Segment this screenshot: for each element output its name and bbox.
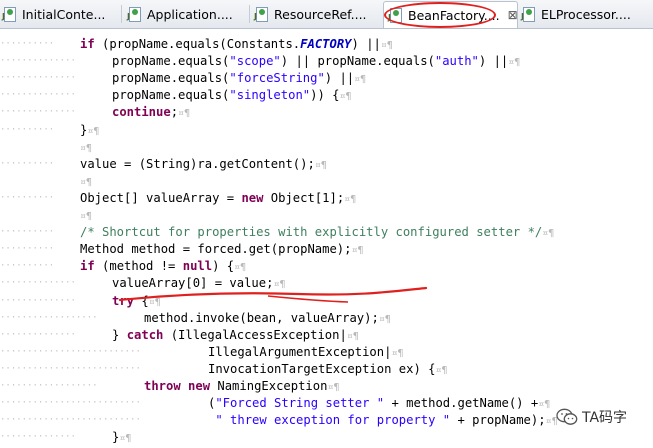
code-line[interactable]: ·········· if (method != null) {¤¶ (0, 258, 246, 275)
code-text: } catch (IllegalAccessException|¤¶ (112, 327, 359, 342)
code-line[interactable]: ·························· " threw excep… (0, 412, 558, 429)
tab-elprocessor[interactable]: J ELProcessor.... (521, 2, 631, 26)
whitespace-marker: ·························· (0, 346, 141, 357)
tab-label: InitialConte... (22, 6, 106, 22)
code-line[interactable]: ·························· ("Forced Strin… (0, 395, 550, 412)
whitespace-marker: ·········· (0, 39, 55, 49)
code-text: Method method = forced.get(propName);¤¶ (80, 242, 364, 257)
code-line[interactable]: ·············· propName.equals("singleton… (0, 87, 352, 104)
whitespace-marker: ·········· (0, 192, 55, 203)
whitespace-marker: ·················· (0, 381, 98, 391)
tab-initialcontext[interactable]: J InitialConte... (2, 2, 105, 26)
code-text: try {¤¶ (112, 293, 161, 308)
whitespace-marker: ·············· (0, 107, 76, 118)
whitespace-marker: ·········· (0, 124, 55, 135)
tab-application[interactable]: J Application.... (127, 2, 233, 26)
code-line[interactable]: ·············· } catch (IllegalAccessExce… (0, 327, 359, 344)
code-text: " threw exception for property " + propN… (215, 413, 558, 428)
code-line[interactable]: ·············· }¤¶ (0, 429, 131, 446)
code-text: continue;¤¶ (112, 105, 191, 120)
code-line[interactable]: ·········· Method method = forced.get(pro… (0, 241, 364, 258)
code-text: if (propName.equals(Constants.FACTORY) |… (80, 37, 393, 51)
code-text: ¤¶ (80, 211, 93, 222)
tab-label: BeanFactory.... (408, 7, 500, 23)
tab-beanfactory[interactable]: J BeanFactory.... ⊠ (383, 1, 518, 28)
tab-label: ELProcessor.... (541, 6, 631, 22)
whitespace-marker: ·············· (0, 56, 76, 67)
code-text: valueArray[0] = value;¤¶ (112, 276, 286, 291)
code-line[interactable]: ·········· if (propName.equals(Constants.… (0, 36, 393, 53)
whitespace-marker: ·························· (0, 415, 141, 426)
code-text: if (method != null) {¤¶ (80, 259, 247, 274)
code-text: }¤¶ (80, 122, 100, 137)
whitespace-marker: ·················· (0, 312, 98, 323)
code-text: Object[] valueArray = new Object[1];¤¶ (80, 190, 357, 205)
code-text: ¤¶ (80, 176, 93, 188)
code-line[interactable]: ·············· propName.equals("scope") |… (0, 53, 520, 70)
tab-label: ResourceRef.... (274, 6, 367, 22)
code-text: /* Shortcut for properties with explicit… (80, 225, 555, 240)
code-line[interactable]: ·········· /* Shortcut for properties wit… (0, 224, 554, 241)
code-line[interactable]: ¤¶ (80, 207, 92, 224)
editor-tab-bar: J InitialConte... J Application.... J Re… (0, 0, 653, 29)
code-line[interactable]: ·················· throw new NamingExcept… (0, 378, 340, 395)
watermark-label: TA码字 (582, 410, 628, 426)
whitespace-marker: ·························· (0, 363, 141, 374)
watermark: TA码字 (556, 407, 627, 427)
code-line[interactable]: ·························· IllegalArgumen… (0, 344, 403, 361)
code-line[interactable]: ·········· Object[] valueArray = new Obje… (0, 190, 356, 207)
whitespace-marker: ·········· (0, 261, 55, 272)
code-line[interactable]: ·············· try {¤¶ (0, 293, 161, 310)
whitespace-marker: ·············· (0, 432, 76, 443)
code-line[interactable]: ·········· }¤¶ (0, 122, 99, 139)
whitespace-marker: ·············· (0, 90, 76, 101)
tab-resourceref[interactable]: J ResourceRef.... (254, 2, 367, 26)
code-line[interactable]: ·············· continue;¤¶ (0, 104, 190, 121)
whitespace-marker: ·············· (0, 295, 76, 306)
tab-label: Application.... (147, 6, 233, 22)
code-text: propName.equals("forceString") ||¤¶ (112, 71, 367, 86)
code-text: ("Forced String setter " + method.getNam… (208, 396, 551, 411)
code-text: }¤¶ (112, 430, 132, 445)
code-text: throw new NamingException¤¶ (144, 379, 340, 393)
whitespace-marker: ·········· (0, 158, 55, 169)
close-icon[interactable]: ⊠ (508, 8, 518, 22)
code-line[interactable]: ·············· propName.equals("forceStri… (0, 70, 366, 87)
code-text: value = (String)ra.getContent();¤¶ (80, 156, 327, 171)
whitespace-marker: ·········· (0, 227, 55, 238)
code-line[interactable]: ·········· value = (String)ra.getContent(… (0, 156, 327, 173)
code-text: propName.equals("singleton")) {¤¶ (112, 88, 352, 103)
whitespace-marker: ·············· (0, 73, 76, 84)
code-text: method.invoke(bean, valueArray);¤¶ (144, 310, 391, 325)
whitespace-marker: ·········· (0, 244, 55, 255)
code-text: IllegalArgumentException|¤¶ (208, 344, 404, 359)
code-text: InvocationTargetException ex) {¤¶ (208, 361, 448, 376)
code-line[interactable]: ·························· InvocationTarg… (0, 361, 448, 378)
java-class-file-icon: J (254, 6, 269, 22)
code-editor[interactable]: ·········· if (propName.equals(Constants.… (0, 29, 653, 448)
whitespace-marker: ·············· (0, 329, 76, 340)
code-line[interactable]: ·············· valueArray[0] = value;¤¶ (0, 275, 285, 292)
code-text: propName.equals("scope") || propName.equ… (112, 54, 521, 69)
wechat-icon (556, 408, 578, 425)
java-class-file-icon: J (388, 7, 403, 23)
code-line[interactable]: ·················· method.invoke(bean, va… (0, 310, 391, 327)
code-text: ¤¶ (80, 142, 93, 154)
code-line[interactable]: ¤¶ (80, 173, 92, 190)
whitespace-marker: ·············· (0, 278, 76, 289)
whitespace-marker: ·························· (0, 398, 141, 409)
java-class-file-icon: J (2, 6, 17, 22)
code-line[interactable]: ¤¶ (80, 139, 92, 156)
java-class-file-icon: J (127, 6, 142, 22)
java-class-file-icon: J (521, 6, 536, 22)
